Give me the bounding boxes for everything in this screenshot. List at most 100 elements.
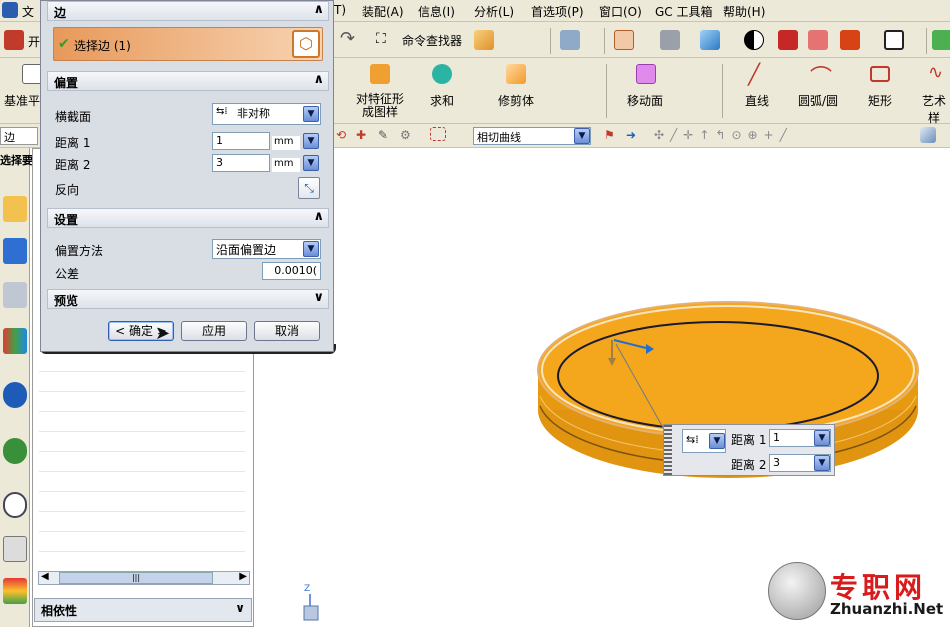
snap-icon-1[interactable]: ⟲ bbox=[336, 128, 346, 142]
section-view-icon[interactable] bbox=[778, 30, 798, 53]
part-navigator-icon[interactable] bbox=[3, 282, 27, 308]
line-button[interactable]: 直线 bbox=[745, 92, 769, 109]
popup-grip[interactable] bbox=[664, 425, 672, 475]
type-filter-field[interactable]: 边 bbox=[0, 127, 38, 145]
datum-plane-button[interactable]: 基准平 bbox=[4, 92, 40, 109]
navigator-horizontal-scrollbar[interactable]: ◀ ||| ▶ bbox=[38, 571, 250, 585]
settings-section-header[interactable]: 设置 ∧ bbox=[47, 208, 329, 228]
reuse-library-icon[interactable] bbox=[3, 328, 27, 354]
unite-button[interactable]: 求和 bbox=[430, 92, 454, 109]
unite-icon[interactable] bbox=[432, 64, 452, 87]
cube-view-icon[interactable] bbox=[700, 30, 720, 53]
wireframe-icon[interactable] bbox=[808, 30, 828, 53]
cross-section-dropdown-button[interactable]: ▼ bbox=[303, 106, 319, 122]
rectangle-icon[interactable] bbox=[870, 66, 890, 85]
arrow-icon[interactable]: ➜ bbox=[626, 128, 636, 142]
scroll-thumb[interactable]: ||| bbox=[59, 572, 213, 584]
offset-curve-in-face-dialog: 边 ∧ ✔ 选择边 (1) ⬡ 偏置 ∧ 横截面 ⇆⁞ 非对称 ▼ 距离 1 1… bbox=[40, 0, 334, 352]
popup-distance1-menu[interactable]: ▼ bbox=[814, 430, 830, 446]
scroll-right-arrow[interactable]: ▶ bbox=[239, 571, 247, 582]
cancel-button[interactable]: 取消 bbox=[254, 321, 320, 341]
rectangle-button[interactable]: 矩形 bbox=[868, 92, 892, 109]
chevron-down-icon[interactable]: ∨ bbox=[313, 290, 324, 305]
menu-window[interactable]: 窗口(O) bbox=[599, 3, 642, 20]
offset-edge-model[interactable] bbox=[254, 148, 950, 627]
offset-section-header[interactable]: 偏置 ∧ bbox=[47, 71, 329, 91]
edge-view-icon[interactable] bbox=[840, 30, 860, 53]
distance1-input[interactable]: 1 bbox=[212, 132, 270, 150]
select-edge-row[interactable]: ✔ 选择边 (1) ⬡ bbox=[53, 27, 323, 61]
menu-preferences[interactable]: 首选项(P) bbox=[531, 3, 584, 20]
datum-plane-icon[interactable] bbox=[22, 64, 42, 87]
menu-assembly[interactable]: 装配(A) bbox=[362, 3, 404, 20]
studio-spline-button[interactable]: 艺术样 bbox=[918, 92, 950, 126]
snap-point-icons[interactable]: ✣╱✛↑↰⊙⊕+╱ bbox=[654, 128, 793, 142]
view-cube-icon[interactable] bbox=[920, 127, 936, 146]
snap-icon-3[interactable]: ✎ bbox=[378, 128, 388, 142]
chevron-up-icon[interactable]: ∧ bbox=[313, 209, 324, 224]
history-icon[interactable] bbox=[3, 492, 27, 518]
snap-icon-4[interactable]: ⚙ bbox=[400, 128, 411, 142]
offset-method-dropdown-button[interactable]: ▼ bbox=[303, 241, 319, 257]
pattern-feature-icon[interactable] bbox=[370, 64, 390, 87]
watermark-url: Zhuanzhi.Net bbox=[830, 600, 944, 618]
move-face-button[interactable]: 移动面 bbox=[627, 92, 663, 109]
distance1-menu-button[interactable]: ▼ bbox=[303, 133, 319, 149]
menu-help[interactable]: 帮助(H) bbox=[723, 3, 765, 20]
rectangle-select-icon[interactable] bbox=[430, 127, 446, 144]
system-materials-icon[interactable] bbox=[3, 536, 27, 562]
menu-info[interactable]: 信息(I) bbox=[418, 3, 455, 20]
box-view-icon[interactable] bbox=[474, 30, 494, 53]
web-browser-icon[interactable] bbox=[3, 438, 27, 464]
chevron-up-icon[interactable]: ∧ bbox=[313, 2, 324, 17]
watermark-logo-icon bbox=[768, 562, 826, 620]
select-solid-icon[interactable]: ⬡ bbox=[292, 30, 320, 58]
menu-gc-toolkit[interactable]: GC 工具箱 bbox=[655, 3, 713, 20]
redo-icon[interactable]: ↷ bbox=[340, 28, 355, 49]
background-icon[interactable] bbox=[884, 30, 904, 53]
scroll-left-arrow[interactable]: ◀ bbox=[41, 571, 49, 582]
fit-icon[interactable] bbox=[614, 30, 634, 53]
arc-button[interactable]: 圆弧/圆 bbox=[798, 92, 838, 109]
edge-section-header[interactable]: 边 ∧ bbox=[47, 1, 329, 21]
menu-insert[interactable]: T) bbox=[334, 3, 346, 17]
black-white-icon[interactable] bbox=[744, 30, 764, 53]
popup-section-dropdown[interactable]: ▼ bbox=[709, 433, 725, 449]
apply-button[interactable]: 应用 bbox=[181, 321, 247, 341]
shade-icon[interactable] bbox=[660, 30, 680, 53]
roles-icon[interactable] bbox=[3, 578, 27, 604]
pattern-feature-label-2[interactable]: 成图样 bbox=[362, 103, 398, 120]
menu-analysis[interactable]: 分析(L) bbox=[474, 3, 514, 20]
reverse-direction-label: 反向 bbox=[55, 183, 80, 197]
distance2-input[interactable]: 3 bbox=[212, 154, 270, 172]
layer-icon[interactable] bbox=[560, 30, 580, 53]
assembly-navigator-icon[interactable] bbox=[3, 196, 27, 222]
chevron-down-icon[interactable]: ∨ bbox=[235, 601, 245, 615]
curve-rule-dropdown-button[interactable]: ▼ bbox=[574, 128, 590, 144]
info-icon[interactable] bbox=[3, 382, 27, 408]
reverse-direction-icon[interactable]: ⤡ bbox=[298, 177, 320, 199]
preview-section-header[interactable]: 预览 ∨ bbox=[47, 289, 329, 309]
start-label[interactable]: 开 bbox=[28, 33, 40, 50]
arc-icon[interactable]: ⌒ bbox=[810, 60, 832, 92]
studio-spline-icon[interactable]: ∿ bbox=[928, 62, 943, 83]
dependencies-header[interactable]: 相依性 ∨ bbox=[34, 598, 252, 622]
offset-method-label: 偏置方法 bbox=[55, 244, 104, 258]
extra-icon[interactable] bbox=[932, 30, 950, 53]
trim-body-button[interactable]: 修剪体 bbox=[498, 92, 534, 109]
move-face-icon[interactable] bbox=[636, 64, 656, 87]
popup-distance2-menu[interactable]: ▼ bbox=[814, 455, 830, 471]
line-icon[interactable]: ╱ bbox=[748, 62, 760, 86]
constraint-navigator-icon[interactable] bbox=[3, 238, 27, 264]
command-finder-button[interactable]: 命令查找器 bbox=[402, 32, 462, 49]
filter-icon[interactable]: ⚑ bbox=[604, 128, 615, 142]
snap-icon-2[interactable]: ✚ bbox=[356, 128, 366, 142]
chevron-up-icon[interactable]: ∧ bbox=[313, 72, 324, 87]
menu-file[interactable]: 文 bbox=[22, 3, 34, 20]
start-icon[interactable] bbox=[4, 30, 24, 53]
binoculars-icon[interactable]: ⛶ bbox=[376, 31, 386, 47]
tolerance-input[interactable]: 0.0010( bbox=[262, 262, 321, 280]
trim-body-icon[interactable] bbox=[506, 64, 526, 87]
graphics-viewport[interactable]: Z 专职网 Zhuanzhi.Net bbox=[254, 148, 950, 627]
distance2-menu-button[interactable]: ▼ bbox=[303, 155, 319, 171]
